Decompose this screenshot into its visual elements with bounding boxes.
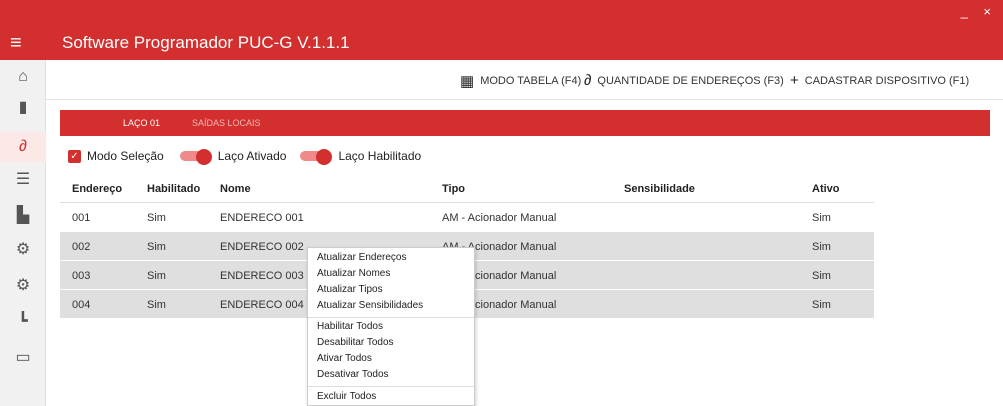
sidebar-item-device-settings[interactable]: ⚙ [0, 270, 46, 300]
column-header[interactable]: Tipo [442, 183, 465, 195]
book-icon: ▙ [16, 207, 30, 224]
sidebar-item-loop[interactable]: ∂ [0, 132, 46, 162]
register-device-label: CADASTRAR DISPOSITIVO (F1) [804, 74, 970, 87]
home-icon: ⌂ [18, 68, 28, 85]
sidebar-item-window-settings[interactable]: ▭ [0, 342, 46, 372]
window-titlebar: _ × [0, 0, 1003, 26]
address-cell: 002 [72, 241, 91, 253]
enabled-cell: Sim [147, 212, 166, 224]
select-mode-label: Modo Seleção [87, 149, 164, 163]
active-cell: Sim [812, 212, 831, 224]
menu-item-delete-all[interactable]: Excluir Todos [317, 391, 376, 402]
sidebar-item-document[interactable]: ▮ [0, 92, 46, 122]
sidebar-item-settings[interactable]: ⚙ [0, 234, 46, 264]
context-menu: Atualizar Endereços Atualizar Nomes Atua… [307, 247, 475, 406]
menu-item-update-addresses[interactable]: Atualizar Endereços [317, 252, 407, 263]
type-cell: AM - Acionador Manual [442, 212, 557, 224]
table-header: Endereço Habilitado Nome Tipo Sensibilid… [60, 174, 874, 203]
table-mode-label: MODO TABELA (F4) [480, 75, 582, 87]
sidebar: ⌂ ▮ ∂ ☰ ▙ ⚙ ⚙ ┗ ▭ [0, 60, 46, 406]
enabled-cell: Sim [147, 270, 166, 282]
sidebar-item-list[interactable]: ☰ [0, 164, 46, 194]
table-row[interactable]: 001 Sim ENDERECO 001 AM - Acionador Manu… [60, 203, 874, 232]
column-header[interactable]: Habilitado [147, 183, 200, 195]
loop-habilitated-label: Laço Habilitado [338, 149, 422, 163]
loop-controls: ✓ Modo Seleção Laço Ativado Laço Habilit… [68, 146, 421, 166]
loop-enabled-toggle[interactable] [179, 149, 212, 165]
address-count-label: QUANTIDADE DE ENDEREÇOS (F3) [597, 74, 784, 87]
menu-item-enable-all[interactable]: Habilitar Todos [317, 321, 383, 332]
address-cell: 003 [72, 270, 91, 282]
column-header[interactable]: Endereço [72, 183, 122, 195]
menu-divider [308, 386, 474, 387]
menu-item-deactivate-all[interactable]: Desativar Todos [317, 369, 389, 380]
enabled-cell: Sim [147, 299, 166, 311]
loop-enabled-label: Laço Ativado [217, 149, 287, 163]
tab-bar: LAÇO 01 SAÍDAS LOCAIS [60, 110, 990, 136]
app-bar: ≡ Software Programador PUC-G V.1.1.1 [0, 26, 1003, 60]
column-header[interactable]: Nome [220, 183, 251, 195]
tab-loop-01[interactable]: LAÇO 01 [123, 118, 160, 128]
menu-item-update-names[interactable]: Atualizar Nomes [317, 268, 390, 279]
column-header[interactable]: Sensibilidade [624, 183, 695, 195]
gear-icon: ⚙ [15, 241, 31, 258]
loop-icon: ∂ [584, 72, 592, 89]
hamburger-icon[interactable]: ≡ [10, 32, 22, 54]
loop-habilitated-toggle[interactable] [300, 149, 333, 165]
name-cell: ENDERECO 001 [220, 212, 304, 224]
sidebar-item-book[interactable]: ▙ [0, 200, 46, 230]
name-cell: ENDERECO 004 [220, 299, 304, 311]
table-icon: ▦ [460, 73, 475, 90]
address-count-button[interactable]: ∂ QUANTIDADE DE ENDEREÇOS (F3) [584, 72, 784, 89]
menu-divider [308, 317, 474, 318]
column-header[interactable]: Ativo [812, 183, 840, 195]
address-cell: 004 [72, 299, 91, 311]
tab-local-outputs[interactable]: SAÍDAS LOCAIS [192, 118, 261, 128]
address-cell: 001 [72, 212, 91, 224]
enabled-cell: Sim [147, 241, 166, 253]
active-cell: Sim [812, 299, 831, 311]
app-title: Software Programador PUC-G V.1.1.1 [62, 33, 350, 52]
toolbar: ▦ MODO TABELA (F4) ∂ QUANTIDADE DE ENDER… [46, 60, 1003, 100]
window-controls[interactable]: _ × [961, 4, 997, 19]
sidebar-item-home[interactable]: ⌂ [0, 62, 46, 92]
sidebar-item-network[interactable]: ┗ [0, 306, 46, 336]
name-cell: ENDERECO 003 [220, 270, 304, 282]
plus-icon: + [790, 72, 799, 89]
menu-item-update-sensitivities[interactable]: Atualizar Sensibilidades [317, 300, 423, 311]
window-settings-icon: ▭ [15, 349, 31, 366]
document-icon: ▮ [18, 99, 28, 116]
active-cell: Sim [812, 270, 831, 282]
name-cell: ENDERECO 002 [220, 241, 304, 253]
menu-item-disable-all[interactable]: Desabilitar Todos [317, 337, 394, 348]
loop-icon: ∂ [19, 138, 27, 155]
active-cell: Sim [812, 241, 831, 253]
select-mode-checkbox[interactable]: ✓ [68, 149, 81, 163]
network-icon: ┗ [18, 313, 28, 330]
table-mode-button[interactable]: ▦ MODO TABELA (F4) [460, 72, 581, 90]
register-device-button[interactable]: + CADASTRAR DISPOSITIVO (F1) [790, 72, 969, 89]
menu-item-activate-all[interactable]: Ativar Todos [317, 353, 372, 364]
list-icon: ☰ [15, 171, 31, 188]
settings-device-icon: ⚙ [15, 277, 31, 294]
menu-item-update-types[interactable]: Atualizar Tipos [317, 284, 383, 295]
